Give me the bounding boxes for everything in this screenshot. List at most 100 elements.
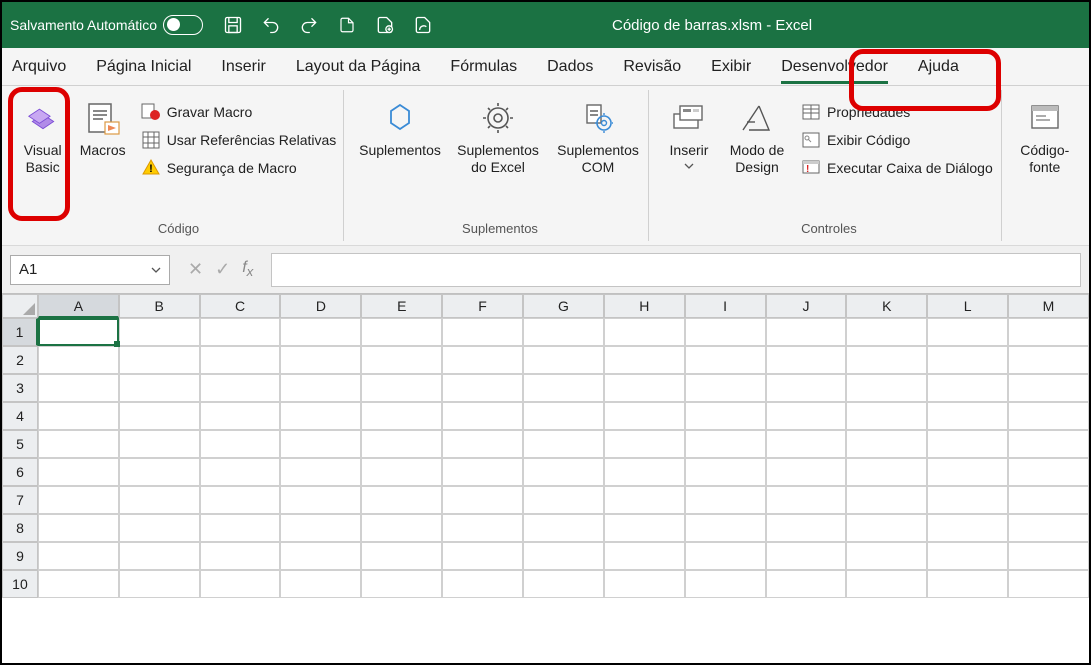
tab-exibir[interactable]: Exibir — [711, 52, 751, 82]
autosave-toggle[interactable] — [163, 15, 203, 35]
cell[interactable] — [523, 570, 604, 598]
col-header[interactable]: A — [38, 294, 119, 318]
cell[interactable] — [280, 570, 361, 598]
usar-referencias-button[interactable]: Usar Referências Relativas — [137, 128, 341, 152]
undo-icon[interactable] — [259, 13, 283, 37]
row-header[interactable]: 2 — [2, 346, 38, 374]
cell[interactable] — [361, 430, 442, 458]
cell[interactable] — [523, 514, 604, 542]
cell[interactable] — [280, 486, 361, 514]
cell[interactable] — [200, 542, 281, 570]
cell[interactable] — [604, 570, 685, 598]
cell[interactable] — [361, 346, 442, 374]
cell[interactable] — [927, 570, 1008, 598]
tab-ajuda[interactable]: Ajuda — [918, 52, 959, 82]
cell[interactable] — [38, 514, 119, 542]
col-header[interactable]: M — [1008, 294, 1089, 318]
cell[interactable] — [38, 486, 119, 514]
cell[interactable] — [523, 318, 604, 346]
cell[interactable] — [38, 570, 119, 598]
cell[interactable] — [442, 458, 523, 486]
row-header[interactable]: 10 — [2, 570, 38, 598]
col-header[interactable]: C — [200, 294, 281, 318]
cell[interactable] — [1008, 570, 1089, 598]
tab-desenvolvedor[interactable]: Desenvolvedor — [781, 52, 888, 82]
tab-layout[interactable]: Layout da Página — [296, 52, 421, 82]
cell[interactable] — [280, 542, 361, 570]
col-header[interactable]: J — [766, 294, 847, 318]
col-header[interactable]: G — [523, 294, 604, 318]
cell[interactable] — [442, 514, 523, 542]
cell[interactable] — [1008, 542, 1089, 570]
tab-pagina-inicial[interactable]: Página Inicial — [96, 52, 191, 82]
cell[interactable] — [280, 346, 361, 374]
macros-button[interactable]: Macros — [77, 92, 129, 165]
cell[interactable] — [766, 570, 847, 598]
cell[interactable] — [119, 514, 200, 542]
cell[interactable] — [685, 318, 766, 346]
cell[interactable] — [846, 430, 927, 458]
cell[interactable] — [200, 374, 281, 402]
col-header[interactable]: H — [604, 294, 685, 318]
cell[interactable] — [927, 486, 1008, 514]
tab-formulas[interactable]: Fórmulas — [450, 52, 517, 82]
row-header[interactable]: 6 — [2, 458, 38, 486]
cell[interactable] — [38, 458, 119, 486]
cell[interactable] — [119, 430, 200, 458]
cell[interactable] — [685, 458, 766, 486]
cell[interactable] — [604, 430, 685, 458]
cell[interactable] — [523, 402, 604, 430]
suplementos-button[interactable]: Suplementos — [356, 92, 444, 165]
cell[interactable] — [766, 318, 847, 346]
cell[interactable] — [280, 374, 361, 402]
row-header[interactable]: 9 — [2, 542, 38, 570]
cell[interactable] — [685, 486, 766, 514]
cell[interactable] — [442, 318, 523, 346]
cell[interactable] — [604, 346, 685, 374]
cell[interactable] — [361, 458, 442, 486]
redo-icon[interactable] — [297, 13, 321, 37]
cell[interactable] — [119, 402, 200, 430]
cell[interactable] — [200, 318, 281, 346]
select-all-corner[interactable] — [2, 294, 38, 318]
row-header[interactable]: 7 — [2, 486, 38, 514]
inserir-control-button[interactable]: Inserir — [661, 92, 717, 175]
cell[interactable] — [38, 402, 119, 430]
cell[interactable] — [685, 570, 766, 598]
cell[interactable] — [846, 514, 927, 542]
cell[interactable] — [685, 374, 766, 402]
cell[interactable] — [685, 514, 766, 542]
exibir-codigo-button[interactable]: Exibir Código — [797, 128, 997, 152]
cell[interactable] — [38, 542, 119, 570]
cell[interactable] — [685, 542, 766, 570]
cell[interactable] — [1008, 318, 1089, 346]
cell[interactable] — [523, 486, 604, 514]
cell[interactable] — [361, 318, 442, 346]
save-icon[interactable] — [221, 13, 245, 37]
cancel-icon[interactable]: ✕ — [188, 259, 203, 280]
cell[interactable] — [361, 486, 442, 514]
cell[interactable] — [685, 402, 766, 430]
file-sync-icon[interactable] — [411, 13, 435, 37]
cell[interactable] — [1008, 486, 1089, 514]
enter-icon[interactable]: ✓ — [215, 259, 230, 280]
codigo-fonte-button[interactable]: Código- fonte — [1014, 92, 1076, 182]
cell[interactable] — [927, 542, 1008, 570]
cell[interactable] — [361, 402, 442, 430]
cell[interactable] — [927, 346, 1008, 374]
cell[interactable] — [442, 542, 523, 570]
col-header[interactable]: I — [685, 294, 766, 318]
cell[interactable] — [442, 402, 523, 430]
cell[interactable] — [604, 318, 685, 346]
cell[interactable] — [685, 346, 766, 374]
cell[interactable] — [766, 374, 847, 402]
col-header[interactable]: D — [280, 294, 361, 318]
cell[interactable] — [38, 374, 119, 402]
tab-revisao[interactable]: Revisão — [623, 52, 681, 82]
cell[interactable] — [846, 486, 927, 514]
tab-arquivo[interactable]: Arquivo — [12, 52, 66, 82]
row-header[interactable]: 8 — [2, 514, 38, 542]
cell[interactable] — [361, 570, 442, 598]
cell[interactable] — [119, 570, 200, 598]
cell[interactable] — [38, 318, 119, 346]
